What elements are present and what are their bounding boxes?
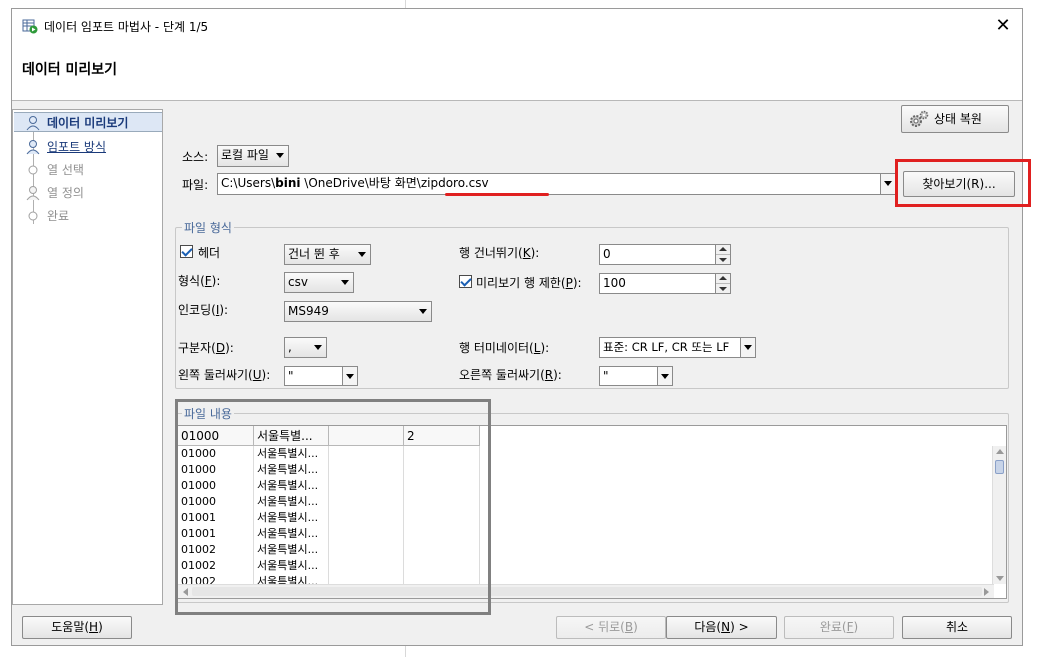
- chevron-down-icon: [338, 273, 353, 292]
- scroll-up-icon[interactable]: [996, 448, 1004, 454]
- file-format-title: 파일 형식: [182, 219, 234, 236]
- title-bar: 데이터 임포트 마법사 - 단계 1/5 ✕: [12, 9, 1022, 43]
- person-icon: [26, 140, 40, 155]
- page-title: 데이터 미리보기: [22, 62, 118, 78]
- file-path-prefix: C:\Users\: [221, 176, 276, 190]
- app-icon: [22, 19, 38, 34]
- scroll-thumb[interactable]: [995, 460, 1004, 474]
- preview-limit-value: 100: [603, 276, 626, 290]
- chevron-down-icon: [311, 338, 326, 357]
- step-column-select: 열 선택: [19, 160, 163, 180]
- format-label: 형식(F):: [178, 274, 221, 288]
- step-data-preview[interactable]: 데이터 미리보기: [14, 112, 162, 132]
- file-path-user: bini: [275, 176, 301, 190]
- skip-rows-label: 행 건너뛰기(K):: [459, 246, 540, 260]
- left-enclosure-value: ": [288, 369, 294, 383]
- chevron-down-icon: [657, 367, 672, 385]
- left-enclosure-select[interactable]: ": [284, 366, 358, 386]
- person-icon: [26, 116, 40, 131]
- chevron-down-icon: [416, 302, 431, 321]
- format-value: csv: [288, 275, 308, 289]
- main-panel: 상태 복원 소스: 로컬 파일 파일: C:\Users\bini \OneDr…: [163, 101, 1031, 615]
- step-circle-icon: [28, 165, 38, 175]
- spinner-icon[interactable]: [715, 274, 730, 293]
- next-button[interactable]: 다음(N) >: [666, 616, 777, 639]
- back-button[interactable]: < 뒤로(B): [556, 616, 666, 639]
- delimiter-label: 구분자(D):: [178, 341, 234, 355]
- gears-icon: [910, 110, 929, 127]
- help-button[interactable]: 도움말(H): [22, 616, 132, 639]
- chevron-down-icon: [355, 245, 370, 264]
- source-label: 소스:: [182, 150, 209, 164]
- scroll-right-icon[interactable]: [984, 588, 990, 596]
- row-terminator-value: 표준: CR LF, CR 또는 LF: [603, 340, 730, 354]
- person-icon: [26, 186, 40, 201]
- step-label: 완료: [47, 209, 70, 223]
- encoding-value: MS949: [288, 304, 329, 318]
- step-circle-icon: [28, 211, 38, 221]
- wizard-header: 데이터 미리보기: [12, 43, 1022, 101]
- skip-rows-stepper[interactable]: 0: [599, 244, 731, 265]
- header-checkbox[interactable]: [180, 245, 193, 258]
- header-mode-value: 건너 뛴 후: [288, 247, 340, 261]
- step-column-define: 열 정의: [19, 183, 163, 203]
- row-terminator-label: 행 터미네이터(L):: [459, 341, 550, 355]
- restore-state-button[interactable]: 상태 복원: [901, 105, 1009, 133]
- source-select[interactable]: 로컬 파일: [217, 145, 289, 167]
- right-enclosure-label: 오른쪽 둘러싸기(R):: [459, 368, 562, 382]
- skip-rows-value: 0: [603, 247, 611, 261]
- format-select[interactable]: csv: [284, 272, 354, 293]
- delimiter-select[interactable]: ,: [284, 337, 327, 358]
- step-label: 임포트 방식: [47, 140, 107, 154]
- right-enclosure-select[interactable]: ": [599, 366, 673, 386]
- file-history-dropdown[interactable]: [880, 173, 896, 195]
- annotation-underline: [445, 193, 549, 196]
- chevron-down-icon: [273, 146, 288, 166]
- step-label: 열 선택: [47, 163, 84, 177]
- delimiter-value: ,: [288, 340, 292, 354]
- vertical-scrollbar[interactable]: [992, 446, 1006, 584]
- step-label: 열 정의: [47, 186, 84, 200]
- file-label: 파일:: [182, 178, 209, 192]
- preview-limit-checkbox[interactable]: [459, 275, 472, 288]
- chevron-down-icon: [740, 338, 755, 357]
- header-label: 헤더: [198, 246, 221, 260]
- finish-button[interactable]: 완료(F): [784, 616, 894, 639]
- left-enclosure-label: 왼쪽 둘러싸기(U):: [178, 368, 271, 382]
- restore-state-label: 상태 복원: [934, 112, 982, 126]
- wizard-steps: 데이터 미리보기 임포트 방식 열 선택 열 정의 완료: [12, 109, 163, 605]
- close-icon: ✕: [995, 15, 1011, 36]
- header-mode-select[interactable]: 건너 뛴 후: [284, 244, 371, 265]
- encoding-label: 인코딩(I):: [178, 303, 229, 317]
- right-enclosure-value: ": [603, 369, 609, 383]
- spinner-icon[interactable]: [715, 245, 730, 264]
- window-title: 데이터 임포트 마법사 - 단계 1/5: [44, 20, 209, 34]
- file-path-input[interactable]: C:\Users\bini \OneDrive\바탕 화면\zipdoro.cs…: [217, 173, 882, 195]
- import-wizard-dialog: 데이터 임포트 마법사 - 단계 1/5 ✕ 데이터 미리보기 데이터 미리보기…: [11, 8, 1031, 646]
- step-label: 데이터 미리보기: [47, 116, 129, 130]
- step-finish: 완료: [19, 206, 163, 226]
- preview-limit-label: 미리보기 행 제한(P):: [476, 276, 582, 290]
- annotation-gray-box: [175, 399, 491, 615]
- row-terminator-select[interactable]: 표준: CR LF, CR 또는 LF: [599, 337, 756, 358]
- file-path-suffix: \OneDrive\바탕 화면\zipdoro.csv: [300, 176, 489, 190]
- annotation-red-box: [895, 159, 1031, 207]
- close-button[interactable]: ✕: [988, 12, 1018, 40]
- source-value: 로컬 파일: [221, 148, 269, 162]
- chevron-down-icon: [342, 367, 357, 385]
- preview-limit-stepper[interactable]: 100: [599, 273, 731, 294]
- step-import-method[interactable]: 임포트 방식: [19, 137, 163, 157]
- encoding-select[interactable]: MS949: [284, 301, 432, 322]
- cancel-button[interactable]: 취소: [902, 616, 1012, 639]
- scroll-down-icon[interactable]: [996, 576, 1004, 582]
- chevron-down-icon: [880, 174, 895, 194]
